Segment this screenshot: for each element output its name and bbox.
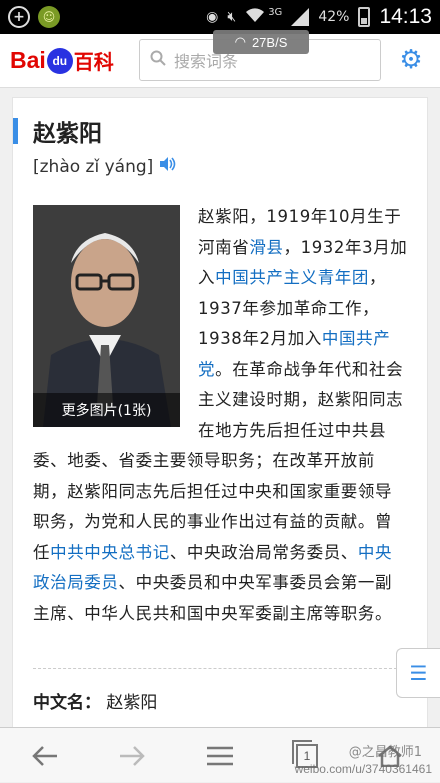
logo-du-text: du	[46, 47, 73, 74]
back-arrow-icon[interactable]	[20, 728, 70, 783]
signal-icon	[291, 8, 310, 26]
info-label: 中文名：	[33, 693, 101, 713]
mute-icon: 🔇︎	[227, 9, 237, 25]
summary-link[interactable]: 滑县	[249, 238, 283, 257]
forward-arrow-icon[interactable]	[107, 728, 157, 783]
article-card: 赵紫阳 [zhào zǐ yáng] 赵紫阳，1919年10月生于河南省滑县，1…	[12, 97, 428, 737]
menu-icon[interactable]	[195, 728, 245, 783]
logo-bai-text: Bai	[10, 47, 46, 73]
battery-icon	[358, 7, 371, 27]
pinyin-text: [zhào zǐ yáng]	[33, 156, 154, 177]
clock: 14:13	[379, 5, 432, 28]
wifi-icon	[245, 7, 265, 27]
info-value: 赵紫阳	[106, 693, 158, 713]
watermark-user: @之昌教师1	[348, 745, 422, 760]
watermark-url: weibo.com/u/3740361461	[294, 762, 432, 776]
portrait-photo[interactable]: 更多图片(1张)	[33, 205, 180, 427]
page-title: 赵紫阳	[33, 121, 102, 147]
eye-icon: ◉	[206, 9, 219, 25]
logo-baike-text: 百科	[73, 52, 114, 74]
battery-percent: 42%	[318, 9, 350, 25]
summary-link[interactable]: 中国共产主义青年团	[215, 268, 369, 287]
summary-link[interactable]: 中共中央总书记	[50, 543, 170, 562]
pinyin-row: [zhào zǐ yáng]	[33, 156, 177, 177]
info-row: 中文名： 赵紫阳	[33, 688, 157, 713]
list-icon[interactable]: ☰	[396, 648, 440, 698]
plus-circle-icon: +	[8, 6, 30, 28]
network-type: 3G	[268, 6, 283, 18]
speaker-icon[interactable]	[159, 156, 177, 177]
status-bar: + ☺ ◉ 🔇︎ 3G 42% 14:13	[0, 0, 440, 34]
title-accent-bar	[13, 118, 18, 144]
net-speed-text: 27B/S	[251, 34, 288, 50]
baidu-baike-logo[interactable]: Bai du 百科	[10, 46, 114, 75]
summary-segment: 、中央政治局常务委员、	[169, 542, 358, 562]
section-divider	[33, 668, 407, 669]
net-speed-indicator: ◠ 27B/S	[213, 30, 309, 54]
wifi-icon: ◠	[234, 34, 246, 49]
search-icon	[150, 50, 166, 70]
settings-icon[interactable]: ⚙	[396, 45, 426, 75]
photo-caption: 更多图片(1张)	[33, 393, 180, 427]
smiley-icon: ☺	[38, 6, 60, 28]
